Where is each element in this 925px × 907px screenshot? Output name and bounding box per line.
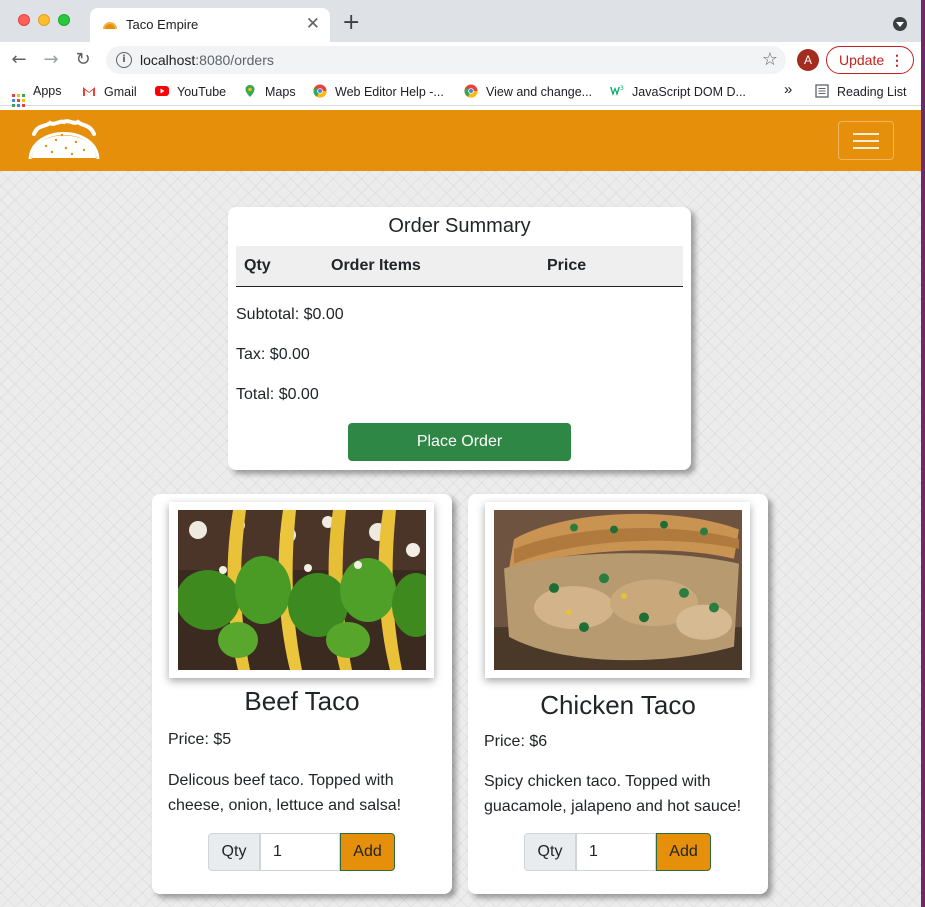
tab-title: Taco Empire (126, 17, 199, 32)
url-text[interactable]: localhost:8080/orders (140, 52, 274, 68)
url-path: :8080/orders (195, 52, 274, 68)
qty-label: Qty (208, 833, 260, 871)
site-info-icon[interactable]: i (116, 52, 132, 68)
youtube-icon (155, 86, 169, 96)
update-button[interactable]: Update ⋮ (826, 46, 914, 74)
qty-input[interactable]: 1 (260, 833, 340, 871)
tab-search-icon[interactable] (893, 17, 907, 31)
order-summary-card: Order Summary Qty Order Items Price Subt… (228, 207, 691, 470)
hamburger-menu-button[interactable] (838, 121, 894, 160)
bookmarks-overflow-icon[interactable]: » (784, 81, 792, 98)
close-window-button[interactable] (18, 14, 30, 26)
bookmark-gmail[interactable]: Gmail (82, 84, 137, 99)
total-text: Total: $0.00 (236, 386, 319, 403)
product-card-beef-taco: Beef Taco Price: $5 Delicous beef taco. … (152, 494, 452, 894)
bookmark-label: Web Editor Help -... (335, 85, 444, 99)
order-table-header: Qty Order Items Price (236, 246, 683, 287)
bookmark-label: JavaScript DOM D... (632, 85, 746, 99)
add-button[interactable]: Add (656, 833, 711, 871)
product-price: Price: $6 (484, 733, 548, 750)
place-order-button[interactable]: Place Order (348, 423, 571, 461)
add-button[interactable]: Add (340, 833, 395, 871)
maps-icon (245, 85, 255, 97)
bookmark-label: YouTube (177, 85, 227, 99)
column-price: Price (547, 257, 587, 274)
bookmark-javascript-dom[interactable]: 3 JavaScript DOM D... (610, 84, 746, 99)
browser-toolbar: ← → ↻ i localhost:8080/orders ☆ A Update… (0, 42, 921, 78)
taco-favicon-icon (103, 22, 117, 29)
hamburger-bar (853, 140, 879, 142)
update-label: Update (839, 52, 885, 68)
subtotal-text: Subtotal: $0.00 (236, 306, 344, 323)
new-tab-button[interactable]: + (342, 12, 360, 34)
svg-text:3: 3 (620, 85, 624, 92)
chrome-icon (464, 84, 478, 98)
chrome-icon (313, 84, 327, 98)
apps-grid-icon (12, 94, 25, 107)
tax-text: Tax: $0.00 (236, 346, 310, 363)
product-photo-frame (169, 502, 434, 678)
chicken-taco-photo (494, 510, 742, 670)
product-price: Price: $5 (168, 731, 232, 748)
bookmark-label: Gmail (104, 85, 137, 99)
hamburger-bar (853, 133, 879, 135)
page-content: Order Summary Qty Order Items Price Subt… (0, 110, 921, 907)
bookmark-youtube[interactable]: YouTube (155, 84, 226, 99)
w3schools-icon: 3 (610, 85, 624, 96)
taco-logo-icon[interactable] (26, 118, 102, 164)
reload-icon[interactable]: ↻ (70, 47, 96, 73)
product-card-chicken-taco: Chicken Taco Price: $6 Spicy chicken tac… (468, 494, 768, 894)
bookmarks-bar: Apps Gmail YouTube Maps Web Editor Help … (0, 78, 921, 107)
back-icon[interactable]: ← (6, 47, 32, 73)
forward-icon[interactable]: → (38, 47, 64, 73)
tab-close-icon[interactable]: ✕ (306, 14, 320, 34)
product-description: Delicous beef taco. Topped with cheese, … (168, 772, 402, 814)
bookmark-label: Apps (33, 84, 62, 98)
qty-input[interactable]: 1 (576, 833, 656, 871)
column-qty: Qty (244, 257, 271, 274)
qty-label: Qty (524, 833, 576, 871)
product-photo-frame (485, 502, 750, 678)
bookmark-web-editor-help[interactable]: Web Editor Help -... (313, 84, 444, 99)
reading-list-icon (815, 84, 829, 98)
profile-avatar[interactable]: A (797, 49, 819, 71)
product-name: Chicken Taco (540, 690, 696, 720)
maximize-window-button[interactable] (58, 14, 70, 26)
hamburger-bar (853, 147, 879, 149)
bookmark-maps[interactable]: Maps (243, 84, 296, 99)
bookmark-star-icon[interactable]: ☆ (762, 49, 778, 70)
product-description: Spicy chicken taco. Topped with guacamol… (484, 773, 742, 815)
site-navbar (0, 110, 921, 171)
address-bar[interactable]: i localhost:8080/orders ☆ (106, 46, 786, 74)
reading-list-button[interactable]: Reading List (815, 84, 907, 99)
browser-window: Taco Empire ✕ + ← → ↻ i localhost:8080/o… (0, 0, 921, 907)
bookmark-label: Maps (265, 85, 296, 99)
url-host: localhost (140, 52, 196, 68)
column-order-items: Order Items (331, 257, 421, 274)
tab-taco-empire[interactable]: Taco Empire ✕ (90, 8, 330, 42)
bookmark-view-and-change[interactable]: View and change... (464, 84, 592, 99)
minimize-window-button[interactable] (38, 14, 50, 26)
gmail-icon (83, 87, 95, 96)
bookmark-apps[interactable]: Apps (12, 84, 62, 107)
tab-strip: Taco Empire ✕ + (0, 0, 921, 42)
menu-dots-icon: ⋮ (890, 52, 904, 68)
reading-list-label: Reading List (837, 85, 907, 99)
bookmark-label: View and change... (486, 85, 593, 99)
order-summary-title: Order Summary (388, 215, 531, 237)
beef-taco-photo (178, 510, 426, 670)
product-name: Beef Taco (244, 686, 360, 716)
